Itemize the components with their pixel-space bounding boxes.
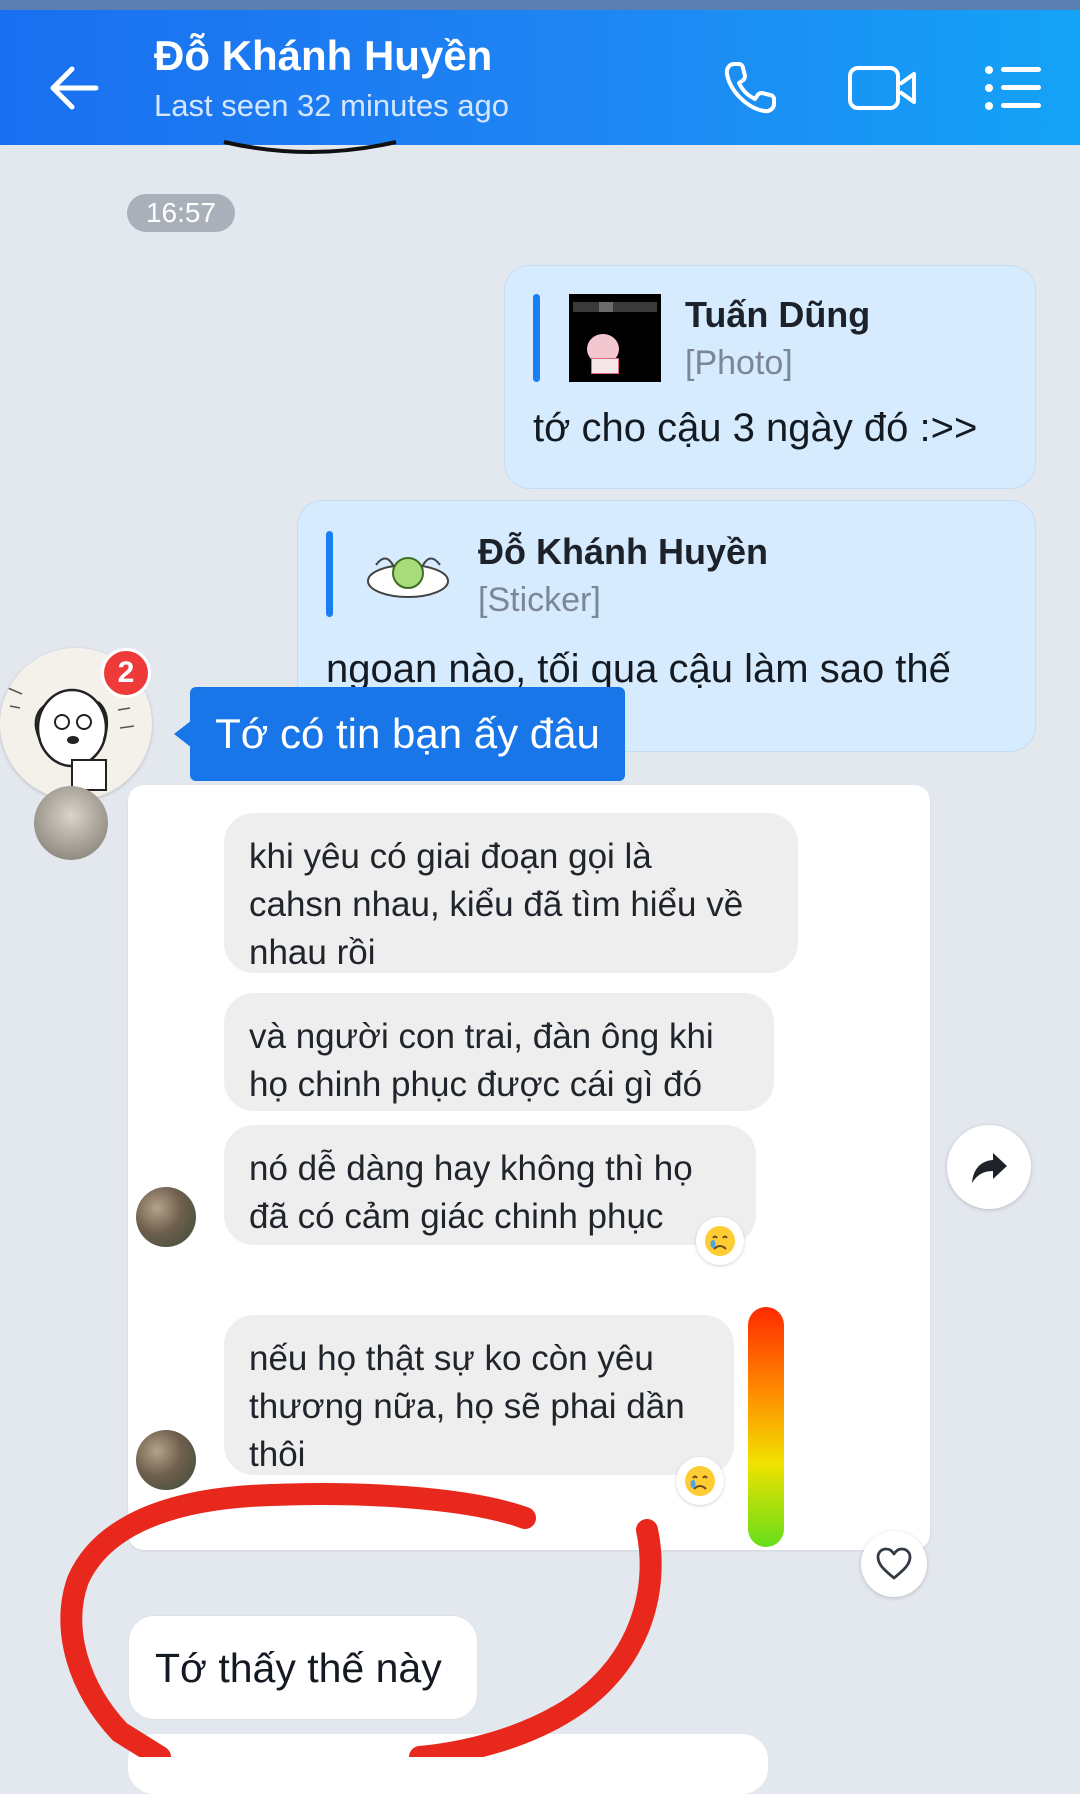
embedded-message-line: họ chinh phục được cái gì đó: [249, 1065, 703, 1104]
arrow-left-icon: [50, 66, 99, 110]
quoted-sender-name: Tuấn Dũng: [685, 294, 871, 335]
quoted-sticker-thumbnail[interactable]: [362, 533, 454, 617]
chat-header: Đỗ Khánh Huyền Last seen 32 minutes ago: [0, 0, 1080, 145]
embedded-message-bubble: và người con trai, đàn ông khi họ chinh …: [224, 993, 774, 1111]
menu-button[interactable]: [984, 62, 1044, 114]
embedded-message-line: đã có cảm giác chinh phục: [249, 1197, 664, 1236]
message-tooltip[interactable]: Tớ có tin bạn ấy đâu: [190, 687, 625, 781]
phone-icon: [724, 62, 776, 114]
timestamp-divider: 16:57: [127, 194, 235, 232]
last-seen-status: Last seen 32 minutes ago: [154, 88, 510, 123]
forward-arrow-icon: [972, 1153, 1007, 1183]
annotation-circle: [60, 1483, 662, 1757]
video-camera-icon: [848, 66, 916, 110]
quoted-type: [Sticker]: [478, 581, 601, 619]
unread-badge: 2: [101, 648, 151, 698]
embedded-screenshot[interactable]: khi yêu có giai đoạn gọi là cahsn nhau, …: [128, 785, 930, 1550]
message-text: ngoan nào, tối qua cậu làm sao thế: [326, 647, 951, 691]
embedded-message-line: nếu họ thật sự ko còn yêu: [249, 1339, 654, 1378]
forward-button[interactable]: [947, 1125, 1031, 1209]
message-text: tớ cho cậu 3 ngày đó :>>: [533, 406, 978, 450]
quoted-sender-name: Đỗ Khánh Huyền: [478, 531, 769, 572]
message-bubble[interactable]: Tuấn Dũng [Photo] tớ cho cậu 3 ngày đó :…: [504, 265, 1036, 489]
embedded-message-bubble: nếu họ thật sự ko còn yêu thương nữa, họ…: [224, 1315, 734, 1475]
embedded-message-line: nhau rồi: [249, 933, 376, 972]
embedded-message-bubble: nó dễ dàng hay không thì họ đã có cảm gi…: [224, 1125, 756, 1245]
quoted-photo-thumbnail[interactable]: [569, 294, 661, 382]
contact-name[interactable]: Đỗ Khánh Huyền: [154, 32, 492, 80]
embedded-message-line: khi yêu có giai đoạn gọi là: [249, 837, 652, 876]
embedded-message-line: nó dễ dàng hay không thì họ: [249, 1149, 693, 1188]
quote-bar: [326, 531, 333, 617]
quote-bar: [533, 294, 540, 382]
crying-face-icon: [696, 1217, 744, 1265]
embedded-message-line: cahsn nhau, kiểu đã tìm hiểu về: [249, 885, 744, 924]
video-call-button[interactable]: [846, 58, 920, 118]
avatar: [136, 1187, 196, 1247]
embedded-message-bubble: khi yêu có giai đoạn gọi là cahsn nhau, …: [224, 813, 798, 973]
back-button[interactable]: [44, 58, 104, 118]
embedded-message-line: thương nữa, họ sẽ phai dần: [249, 1387, 685, 1426]
call-button[interactable]: [720, 58, 780, 118]
avatar: [34, 786, 108, 860]
list-menu-icon: [985, 66, 1041, 110]
embedded-message-line: và người con trai, đàn ông khi: [249, 1017, 714, 1056]
quoted-type: [Photo]: [685, 344, 793, 382]
sticker-fragment: [223, 140, 397, 154]
